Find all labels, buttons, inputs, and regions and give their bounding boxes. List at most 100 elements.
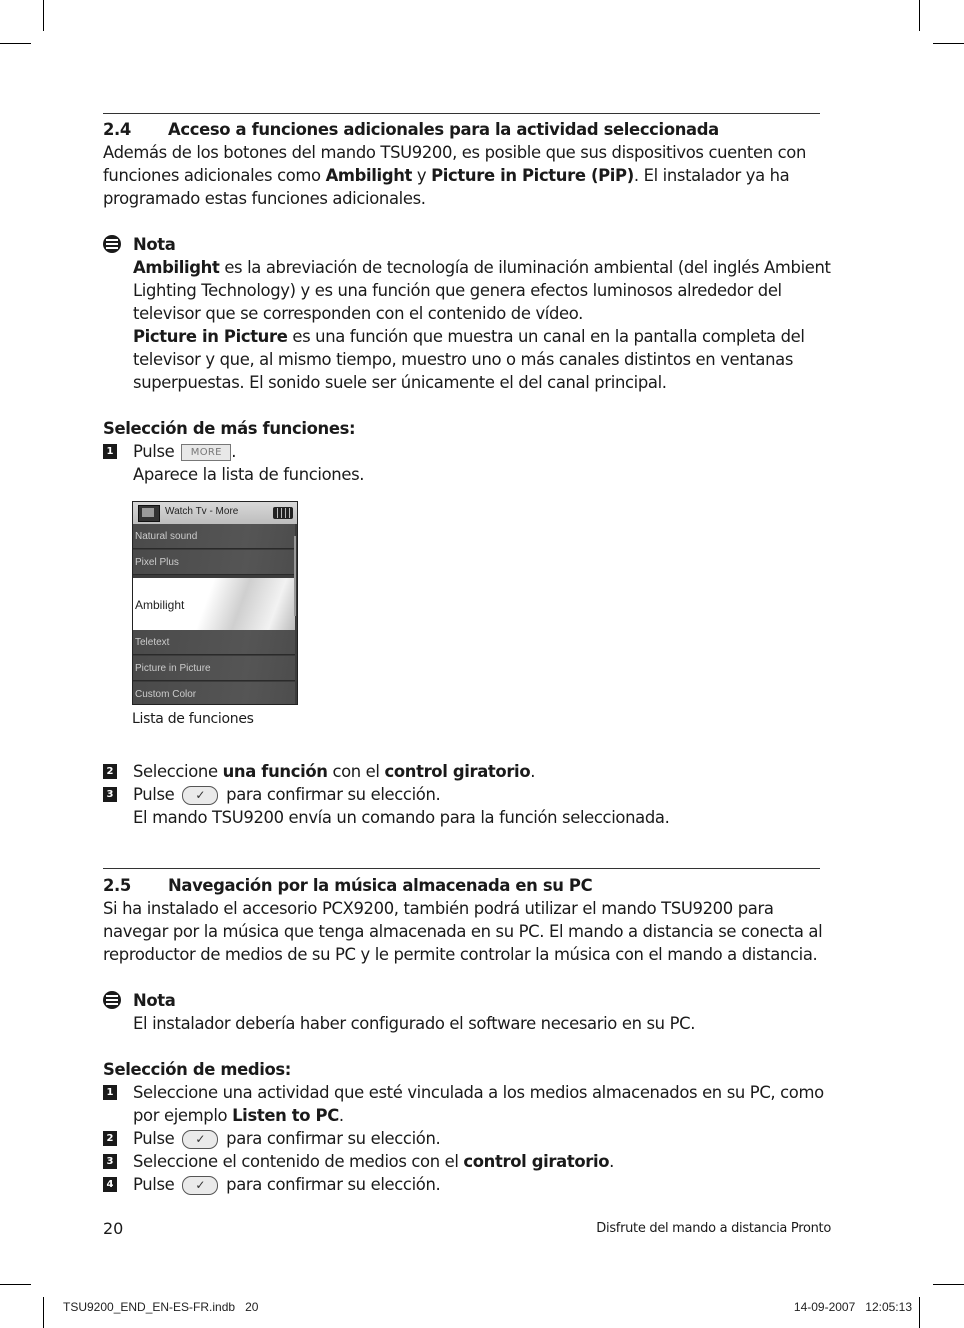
text: . xyxy=(609,1152,615,1171)
term: control giratorio xyxy=(384,762,531,781)
screen-list-item[interactable]: Picture in Picture xyxy=(133,656,295,681)
section-title: Acceso a funciones adicionales para la a… xyxy=(168,120,719,139)
section-title: Navegación por la música almacenada en s… xyxy=(168,876,593,895)
term: una función xyxy=(222,762,328,781)
ok-button-check-icon: ✓ xyxy=(182,786,219,805)
section-number: 2.4 xyxy=(103,120,131,139)
step-badge: 4 xyxy=(103,1177,117,1192)
text: para confirmar su elección. xyxy=(221,785,441,804)
term-ambilight: Ambilight xyxy=(133,258,220,277)
page-number: 20 xyxy=(103,1219,124,1238)
figure-caption: Lista de funciones xyxy=(132,711,254,727)
step-line: Seleccione una actividad que esté vincul… xyxy=(133,1083,824,1102)
device-screen: Watch Tv - More Natural sound Pixel Plus… xyxy=(132,501,298,705)
text: funciones adicionales como xyxy=(103,166,326,185)
note-line: superpuestas. El sonido suele ser únicam… xyxy=(133,373,667,392)
term-ambilight: Ambilight xyxy=(325,166,413,185)
crop-mark xyxy=(933,43,964,44)
text: para confirmar su elección. xyxy=(221,1129,441,1148)
text: es una función que muestra un canal en l… xyxy=(287,327,805,346)
section-number: 2.5 xyxy=(103,876,131,895)
step-line: Pulse MORE. xyxy=(133,440,236,463)
note-label: Nota xyxy=(133,991,176,1010)
step-subline: El mando TSU9200 envía un comando para l… xyxy=(133,808,670,827)
crop-mark xyxy=(43,1297,44,1328)
running-title: Disfrute del mando a distancia Pronto xyxy=(596,1221,831,1236)
step-subline: Aparece la lista de funciones. xyxy=(133,465,365,484)
crop-mark xyxy=(919,0,920,31)
text: Pulse xyxy=(133,1175,180,1194)
term-pip: Picture in Picture xyxy=(133,327,288,346)
step-line: Seleccione una función con el control gi… xyxy=(133,760,535,783)
tv-icon xyxy=(138,505,160,522)
text: . El instalador ya ha xyxy=(633,166,790,185)
text: es la abreviación de tecnología de ilumi… xyxy=(219,258,831,277)
step-line: Pulse ✓ para confirmar su elección. xyxy=(133,1127,441,1150)
subheading: Selección de medios: xyxy=(103,1060,292,1079)
term: Listen to PC xyxy=(232,1106,339,1125)
note-icon xyxy=(103,991,121,1009)
screen-title: Watch Tv - More xyxy=(165,506,239,517)
screen-list-item[interactable]: Teletext xyxy=(133,630,295,655)
note-label: Nota xyxy=(133,235,176,254)
slug-date: 14-09-2007 12:05:13 xyxy=(793,1300,912,1314)
text: Pulse xyxy=(133,442,180,461)
step-badge: 1 xyxy=(103,1085,117,1100)
section-rule xyxy=(103,868,820,869)
crop-mark xyxy=(0,43,31,44)
screen-list-item[interactable]: Natural sound xyxy=(133,524,295,549)
crop-mark xyxy=(933,1284,964,1285)
section-heading: 2.4 Acceso a funciones adicionales para l… xyxy=(103,118,719,141)
step-line: Seleccione el contenido de medios con el… xyxy=(133,1150,614,1173)
screen-header: Watch Tv - More xyxy=(133,502,297,524)
text: con el xyxy=(327,762,385,781)
screen-list-item[interactable]: Pixel Plus xyxy=(133,550,295,575)
scrollbar[interactable] xyxy=(294,536,296,616)
paragraph-line: Además de los botones del mando TSU9200,… xyxy=(103,143,807,162)
text: Seleccione xyxy=(133,762,223,781)
crop-mark xyxy=(43,0,44,31)
step-badge: 3 xyxy=(103,1154,117,1169)
note-line: Picture in Picture es una función que mu… xyxy=(133,325,805,348)
term-pip: Picture in Picture (PiP) xyxy=(431,166,634,185)
slug-file: TSU9200_END_EN-ES-FR.indb 20 xyxy=(63,1300,259,1314)
battery-icon xyxy=(273,507,293,519)
paragraph-line: Si ha instalado el accesorio PCX9200, ta… xyxy=(103,899,774,918)
paragraph-line: funciones adicionales como Ambilight y P… xyxy=(103,164,790,187)
section-heading: 2.5 Navegación por la música almacenada e… xyxy=(103,874,593,897)
crop-mark xyxy=(919,1297,920,1328)
ok-button-check-icon: ✓ xyxy=(182,1176,219,1195)
note-line: televisor que se corresponden con el con… xyxy=(133,304,584,323)
paragraph-line: reproductor de medios de su PC y le perm… xyxy=(103,945,818,964)
note-icon xyxy=(103,235,121,253)
text: . xyxy=(338,1106,344,1125)
screen-list-item[interactable]: Custom Color xyxy=(133,682,295,704)
text: Pulse xyxy=(133,785,180,804)
crop-mark xyxy=(0,1284,31,1285)
note-line: El instalador debería haber configurado … xyxy=(133,1014,696,1033)
step-line: Pulse ✓ para confirmar su elección. xyxy=(133,783,441,806)
section-rule xyxy=(103,113,820,114)
step-badge: 2 xyxy=(103,764,117,779)
paragraph-line: navegar por la música que tenga almacena… xyxy=(103,922,823,941)
note-line: televisor y que, al mismo tiempo, muestr… xyxy=(133,350,794,369)
text: Pulse xyxy=(133,1129,180,1148)
step-line: por ejemplo Listen to PC. xyxy=(133,1104,344,1127)
text: . xyxy=(231,442,237,461)
text: Seleccione el contenido de medios con el xyxy=(133,1152,464,1171)
ok-button-check-icon: ✓ xyxy=(182,1130,219,1149)
step-badge: 2 xyxy=(103,1131,117,1146)
note-line: Lighting Technology) y es una función qu… xyxy=(133,281,782,300)
text: y xyxy=(412,166,432,185)
text: por ejemplo xyxy=(133,1106,233,1125)
paragraph-line: programado estas funciones adicionales. xyxy=(103,189,426,208)
subheading: Selección de más funciones: xyxy=(103,419,356,438)
text: . xyxy=(530,762,536,781)
more-button: MORE xyxy=(181,444,232,461)
note-line: Ambilight es la abreviación de tecnologí… xyxy=(133,256,831,279)
step-line: Pulse ✓ para confirmar su elección. xyxy=(133,1173,441,1196)
step-badge: 1 xyxy=(103,444,117,459)
term: control giratorio xyxy=(463,1152,610,1171)
screen-list-item-selected[interactable]: Ambilight xyxy=(133,578,295,630)
text: para confirmar su elección. xyxy=(221,1175,441,1194)
